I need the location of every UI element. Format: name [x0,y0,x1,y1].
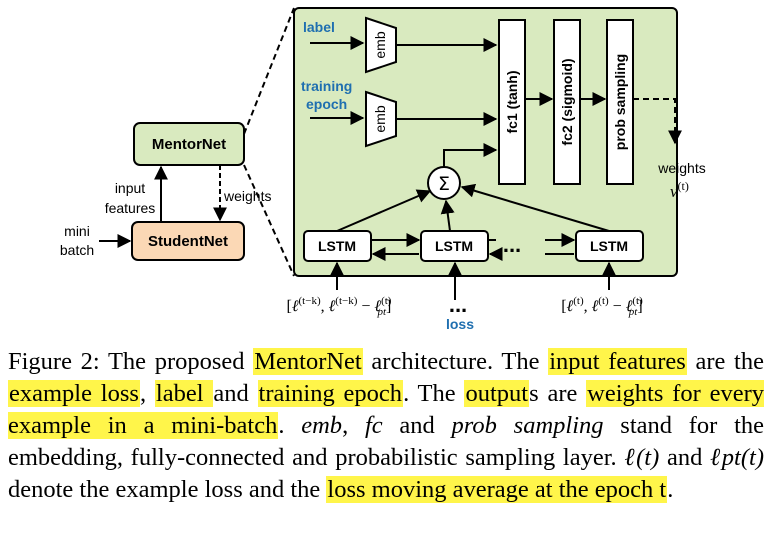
highlight-example-loss: example loss [8,380,140,407]
v-t-symbol: v(t) [670,179,689,201]
studentnet-label: StudentNet [148,233,228,250]
caption-text: are the [686,348,764,375]
caption-text: architecture. The [362,348,549,375]
emb-label-bottom: emb [372,105,388,132]
loss-ellipsis: ... [449,292,467,317]
fc1-label: fc1 (tanh) [504,71,520,134]
caption-text: and [213,380,258,407]
sigma-symbol: Σ [438,173,450,195]
highlight-label: label [154,380,214,407]
caption-text: denote the example loss and the [8,476,327,503]
highlight-output: output [464,380,530,407]
label-input-label: label [303,19,335,35]
caption-text: and [659,444,711,471]
caption-prob-sampling: prob sampling [451,412,604,439]
highlight-training-epoch: training epoch [257,380,404,407]
zoom-line-bottom [243,164,295,277]
emb-label-top: emb [372,31,388,58]
caption-math-loss-pt: ℓpt(t) [710,444,764,471]
input-features-label-1: input [115,180,145,196]
loss-label: loss [446,316,474,332]
caption-text: . The [403,380,465,407]
prob-sampling-label: prob sampling [612,54,628,150]
caption-emb: emb [301,412,343,439]
fc2-label: fc2 (sigmoid) [559,58,575,145]
figure-caption: Figure 2: The proposed MentorNet archite… [8,346,764,506]
caption-text: , [342,412,365,439]
mini-batch-label-2: batch [60,242,94,258]
weights-label-left: weights [223,188,271,204]
mentornet-label: MentorNet [152,136,226,153]
weights-label-right: weights [657,160,705,176]
caption-text: . [667,476,674,503]
epoch-input-label-2: epoch [306,96,347,112]
caption-text: . [278,412,302,439]
zoom-line-top [243,7,295,135]
architecture-diagram: MentorNet StudentNet input features weig… [60,7,706,332]
mini-batch-label-1: mini [64,223,90,239]
lstm-label-2: LSTM [435,238,473,254]
lstm-label-1: LSTM [318,238,356,254]
lstm-ellipsis: ... [503,232,521,257]
highlight-input-features: input features [548,348,687,375]
caption-text: and [382,412,452,439]
highlight-loss-moving-average: loss moving average at the epoch t [326,476,668,503]
caption-text: , [139,380,155,407]
input-vector-right: [ℓ(t), ℓ(t) − ℓ(t) pt] [561,295,643,318]
training-input-label-1: training [301,78,352,94]
lstm-label-3: LSTM [590,238,628,254]
caption-fc: fc [364,412,383,439]
input-vector-left: [ℓ(t−k), ℓ(t−k) − ℓ(t) pt] [287,295,392,318]
caption-math-loss: ℓ(t) [624,444,660,471]
caption-text: Figure 2: The proposed [8,348,254,375]
input-features-label-2: features [105,200,156,216]
highlight-mentornet: MentorNet [253,348,363,375]
caption-text: s are [529,380,587,407]
